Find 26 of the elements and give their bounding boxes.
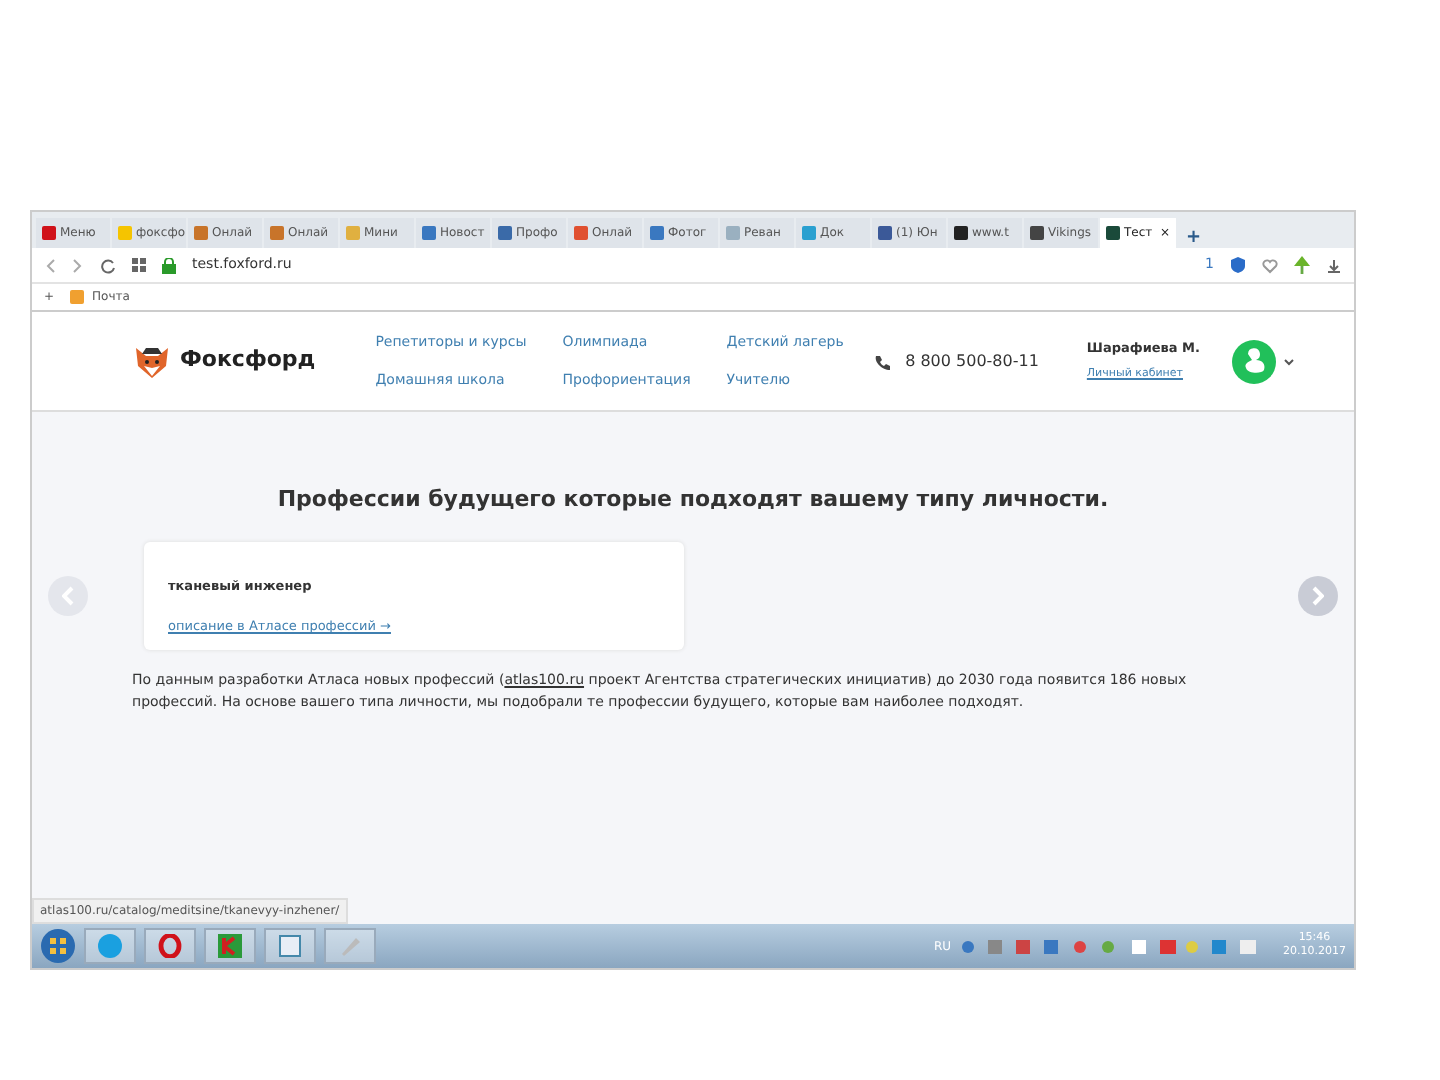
forward-icon[interactable]	[72, 257, 84, 273]
lock-icon	[162, 257, 176, 273]
folder-icon	[70, 290, 85, 304]
new-tab-button[interactable]: +	[1186, 230, 1202, 248]
page-heading: Профессии будущего которые подходят вашему типу личности.	[275, 484, 1111, 516]
window-icon	[278, 934, 302, 958]
back-icon[interactable]	[44, 257, 56, 273]
phone-icon	[873, 353, 890, 369]
download-icon[interactable]	[1326, 257, 1342, 273]
logo-text[interactable]: Фоксфорд	[180, 344, 316, 378]
taskbar-app[interactable]	[84, 928, 136, 964]
reload-icon[interactable]	[100, 257, 116, 273]
caret-icon[interactable]	[1284, 357, 1294, 365]
taskbar-app[interactable]	[264, 928, 316, 964]
shield-icon[interactable]	[1230, 256, 1246, 274]
taskbar-app[interactable]	[204, 928, 256, 964]
heart-icon[interactable]	[1262, 257, 1278, 273]
taskbar-app[interactable]	[144, 928, 196, 964]
k-shield-icon	[218, 934, 242, 958]
phone-number: 8 800 500-80-11	[905, 349, 1039, 373]
grid-icon[interactable]	[132, 258, 146, 272]
tray-icons-drawing[interactable]	[959, 937, 1259, 955]
start-button[interactable]	[40, 928, 76, 964]
chevron-left-icon	[62, 585, 74, 605]
chevron-right-icon	[1312, 585, 1324, 605]
ring-icon	[158, 934, 182, 958]
